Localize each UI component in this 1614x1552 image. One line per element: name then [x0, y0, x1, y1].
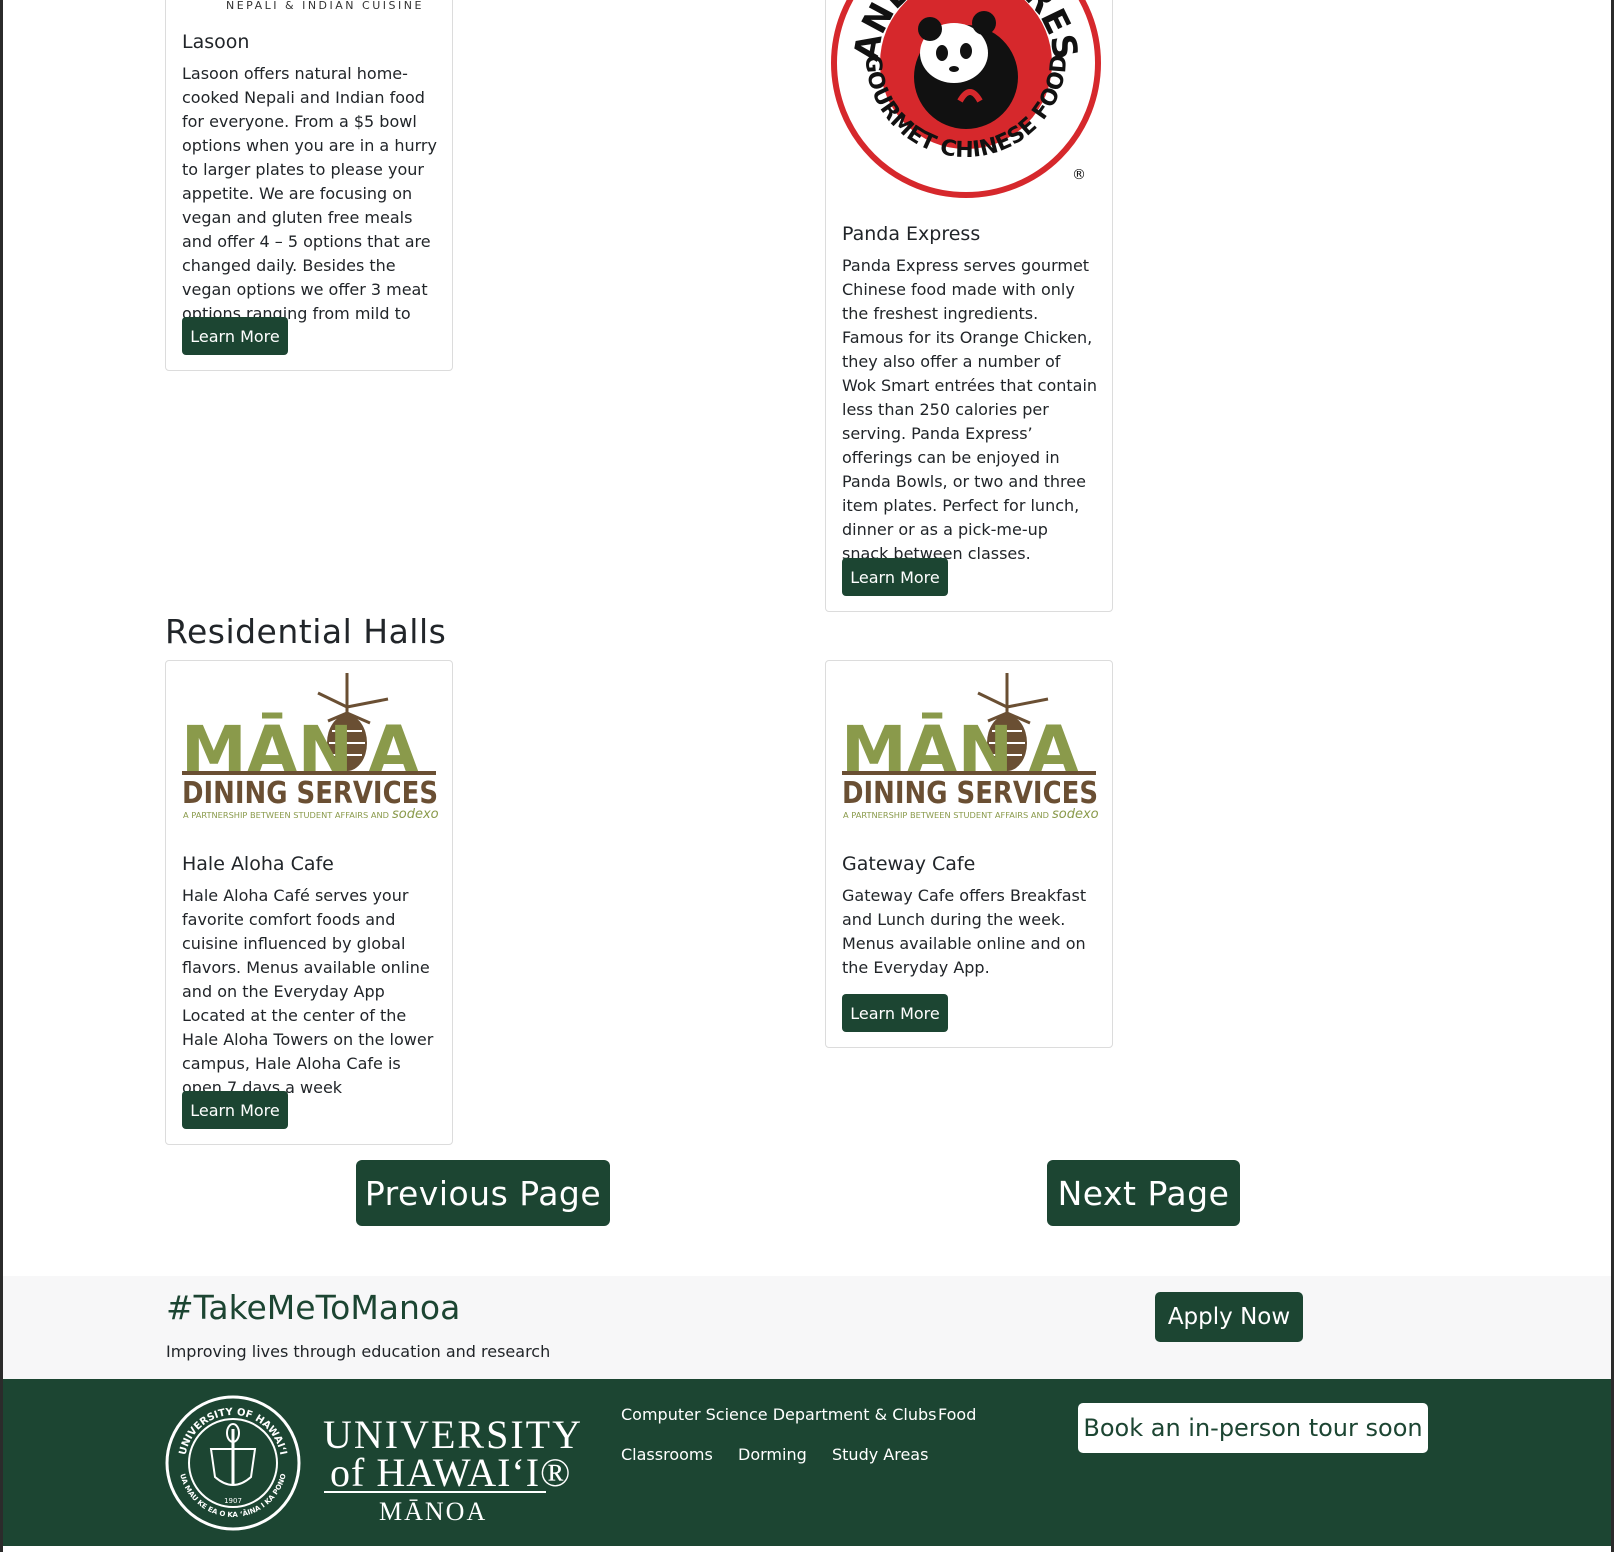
restaurant-card-lasoon: NEPALI & INDIAN CUISINE Lasoon Lasoon of…	[165, 0, 453, 371]
hale-aloha-learn-more-button[interactable]: Learn More	[182, 1091, 288, 1129]
gateway-title: Gateway Cafe	[842, 853, 976, 875]
uh-wordmark-divider	[324, 1491, 546, 1493]
lasoon-logo-caption: NEPALI & INDIAN CUISINE	[226, 0, 424, 12]
svg-text:A PARTNERSHIP BETWEEN STUDENT: A PARTNERSHIP BETWEEN STUDENT AFFAIRS AN…	[843, 811, 1049, 820]
svg-text:sodexo: sodexo	[392, 807, 439, 822]
uh-wordmark-manoa: MĀNOA	[379, 1497, 488, 1526]
restaurant-card-gateway: MĀN A DINING SERVICES A PARTNERSHIP BETW…	[825, 660, 1113, 1048]
panda-express-description: Panda Express serves gourmet Chinese foo…	[842, 256, 1098, 563]
manoa-dining-logo: MĀN A DINING SERVICES A PARTNERSHIP BETW…	[841, 673, 1099, 822]
manoa-dining-logo: MĀN A DINING SERVICES A PARTNERSHIP BETW…	[181, 673, 439, 822]
lasoon-title: Lasoon	[182, 31, 250, 53]
svg-text:DINING SERVICES: DINING SERVICES	[182, 776, 438, 811]
footer-link-dorming[interactable]: Dorming	[738, 1445, 807, 1464]
svg-text:sodexo: sodexo	[1052, 807, 1099, 822]
gateway-description: Gateway Cafe offers Breakfast and Lunch …	[842, 886, 1087, 977]
panda-logo-registered-mark: ®	[1072, 167, 1086, 183]
next-page-button[interactable]: Next Page	[1047, 1160, 1240, 1226]
hale-aloha-description: Hale Aloha Café serves your favorite com…	[182, 886, 434, 1097]
hale-aloha-title: Hale Aloha Cafe	[182, 853, 334, 875]
previous-page-button[interactable]: Previous Page	[356, 1160, 610, 1226]
svg-text:1907: 1907	[224, 1497, 242, 1505]
residential-halls-heading: Residential Halls	[165, 612, 447, 651]
cta-subtitle: Improving lives through education and re…	[166, 1342, 551, 1361]
apply-now-button[interactable]: Apply Now	[1155, 1292, 1303, 1342]
uh-seal-logo[interactable]: UNIVERSITY OF HAWAIʻI UA MAU KE EA O KA …	[165, 1395, 301, 1531]
svg-text:DINING SERVICES: DINING SERVICES	[842, 776, 1098, 811]
restaurant-card-panda-express: PANDA EXPRESS GOURMET CHINESE FOOD ® Pan…	[825, 0, 1113, 612]
hashtag-heading: #TakeMeToManoa	[166, 1288, 461, 1327]
footer-link-food[interactable]: Food	[938, 1405, 976, 1424]
book-tour-button[interactable]: Book an in-person tour soon	[1078, 1403, 1428, 1453]
svg-text:A PARTNERSHIP BETWEEN STUDENT: A PARTNERSHIP BETWEEN STUDENT AFFAIRS AN…	[183, 811, 389, 820]
gateway-learn-more-button[interactable]: Learn More	[842, 994, 948, 1032]
panda-express-title: Panda Express	[842, 223, 981, 245]
lasoon-description: Lasoon offers natural home-cooked Nepali…	[182, 64, 437, 347]
restaurant-card-hale-aloha: MĀN A DINING SERVICES A PARTNERSHIP BETW…	[165, 660, 453, 1145]
panda-express-logo: PANDA EXPRESS GOURMET CHINESE FOOD ®	[826, 0, 1101, 198]
footer-link-classrooms[interactable]: Classrooms	[621, 1445, 713, 1464]
panda-express-learn-more-button[interactable]: Learn More	[842, 558, 948, 596]
footer-link-study-areas[interactable]: Study Areas	[832, 1445, 928, 1464]
footer-link-cs-department[interactable]: Computer Science Department & Clubs	[621, 1405, 936, 1424]
cta-band: #TakeMeToManoa Improving lives through e…	[3, 1276, 1611, 1379]
site-footer: UNIVERSITY OF HAWAIʻI UA MAU KE EA O KA …	[3, 1379, 1611, 1546]
uh-wordmark-of-hawaii: of HAWAIʻI®	[330, 1450, 572, 1495]
lasoon-learn-more-button[interactable]: Learn More	[182, 317, 288, 355]
